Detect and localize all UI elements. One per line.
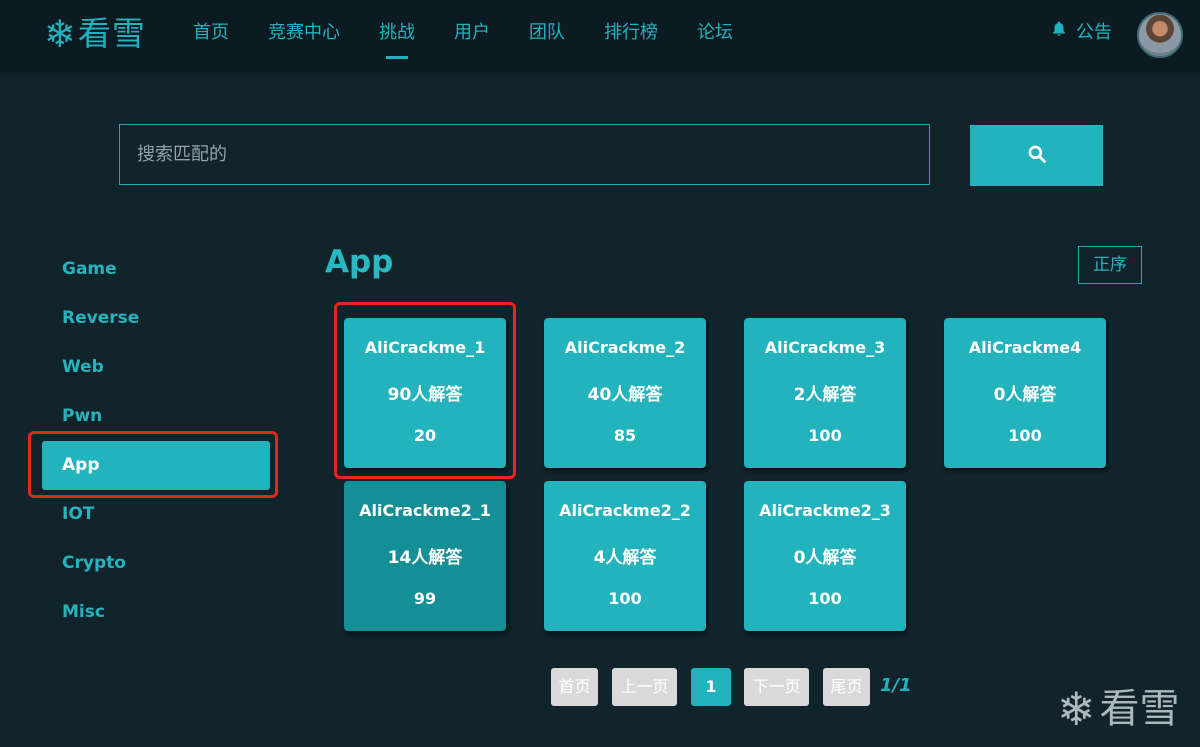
page-info: 1/1 [880, 675, 912, 696]
challenge-solved: 0人解答 [993, 385, 1057, 405]
challenge-card[interactable]: AliCrackme2_3 0人解答 100 [744, 481, 906, 631]
category-web[interactable]: Web [42, 343, 270, 392]
challenge-solved: 4人解答 [593, 548, 657, 568]
challenge-score: 100 [608, 589, 642, 608]
avatar[interactable] [1137, 12, 1183, 58]
challenge-name: AliCrackme2_3 [759, 501, 891, 520]
challenge-solved: 0人解答 [793, 548, 857, 568]
challenge-name: AliCrackme_1 [364, 338, 486, 357]
challenge-solved: 40人解答 [587, 385, 663, 405]
site-logo[interactable]: ❄ 看雪 [44, 12, 146, 56]
category-title: App [325, 244, 394, 280]
nav-teams[interactable]: 团队 [529, 0, 565, 70]
snowflake-icon: ❄ [1057, 682, 1096, 736]
top-header: ❄ 看雪 首页 竞赛中心 挑战 用户 团队 排行榜 论坛 公告 [0, 0, 1200, 70]
challenge-card[interactable]: AliCrackme2_2 4人解答 100 [544, 481, 706, 631]
challenge-name: AliCrackme2_2 [559, 501, 691, 520]
nav-home[interactable]: 首页 [193, 0, 229, 70]
challenge-score: 100 [808, 589, 842, 608]
search-button[interactable] [970, 125, 1103, 186]
challenge-score: 100 [808, 426, 842, 445]
category-pwn[interactable]: Pwn [42, 392, 270, 441]
challenge-card[interactable]: AliCrackme_3 2人解答 100 [744, 318, 906, 468]
page-last-button[interactable]: 尾页 [823, 668, 870, 706]
watermark-text: 看雪 [1099, 686, 1180, 732]
challenge-name: AliCrackme4 [968, 338, 1082, 357]
nav-scoreboard[interactable]: 排行榜 [604, 0, 658, 70]
challenge-score: 85 [613, 426, 637, 445]
page-next-button[interactable]: 下一页 [744, 668, 809, 706]
challenge-solved: 14人解答 [387, 548, 463, 568]
nav-challenges[interactable]: 挑战 [379, 0, 415, 70]
challenge-card[interactable]: AliCrackme_1 90人解答 20 [344, 318, 506, 468]
challenge-name: AliCrackme_2 [564, 338, 686, 357]
page-first-button[interactable]: 首页 [551, 668, 598, 706]
search-box [119, 124, 930, 185]
category-crypto[interactable]: Crypto [42, 539, 270, 588]
nav-competitions[interactable]: 竞赛中心 [268, 0, 340, 70]
challenge-name: AliCrackme2_1 [359, 501, 491, 520]
challenge-card[interactable]: AliCrackme2_1 14人解答 99 [344, 481, 506, 631]
snowflake-icon: ❄ [44, 12, 76, 56]
category-app[interactable]: App [42, 441, 270, 490]
challenge-card[interactable]: AliCrackme_2 40人解答 85 [544, 318, 706, 468]
category-game[interactable]: Game [42, 245, 270, 294]
bell-icon [1050, 0, 1068, 66]
page-prev-button[interactable]: 上一页 [612, 668, 677, 706]
category-iot[interactable]: IOT [42, 490, 270, 539]
category-reverse[interactable]: Reverse [42, 294, 270, 343]
category-sidebar: Game Reverse Web Pwn App IOT Crypto Misc [42, 245, 270, 637]
category-misc[interactable]: Misc [42, 588, 270, 637]
challenge-score: 99 [413, 589, 437, 608]
search-input[interactable] [120, 125, 929, 184]
nav-users[interactable]: 用户 [454, 0, 490, 70]
search-icon [1027, 144, 1047, 168]
challenge-score: 20 [413, 426, 437, 445]
sort-button[interactable]: 正序 [1078, 246, 1142, 284]
challenge-solved: 2人解答 [793, 385, 857, 405]
challenge-solved: 90人解答 [387, 385, 463, 405]
challenge-card[interactable]: AliCrackme4 0人解答 100 [944, 318, 1106, 468]
watermark-logo: ❄ 看雪 [1057, 683, 1180, 735]
main-nav: 首页 竞赛中心 挑战 用户 团队 排行榜 论坛 [193, 0, 772, 70]
challenge-name: AliCrackme_3 [764, 338, 886, 357]
challenge-score: 100 [1008, 426, 1042, 445]
notice-link[interactable]: 公告 [1050, 0, 1112, 66]
page-current-button[interactable]: 1 [691, 668, 731, 706]
logo-text: 看雪 [77, 14, 146, 53]
nav-forum[interactable]: 论坛 [697, 0, 733, 70]
notice-label: 公告 [1076, 22, 1112, 43]
